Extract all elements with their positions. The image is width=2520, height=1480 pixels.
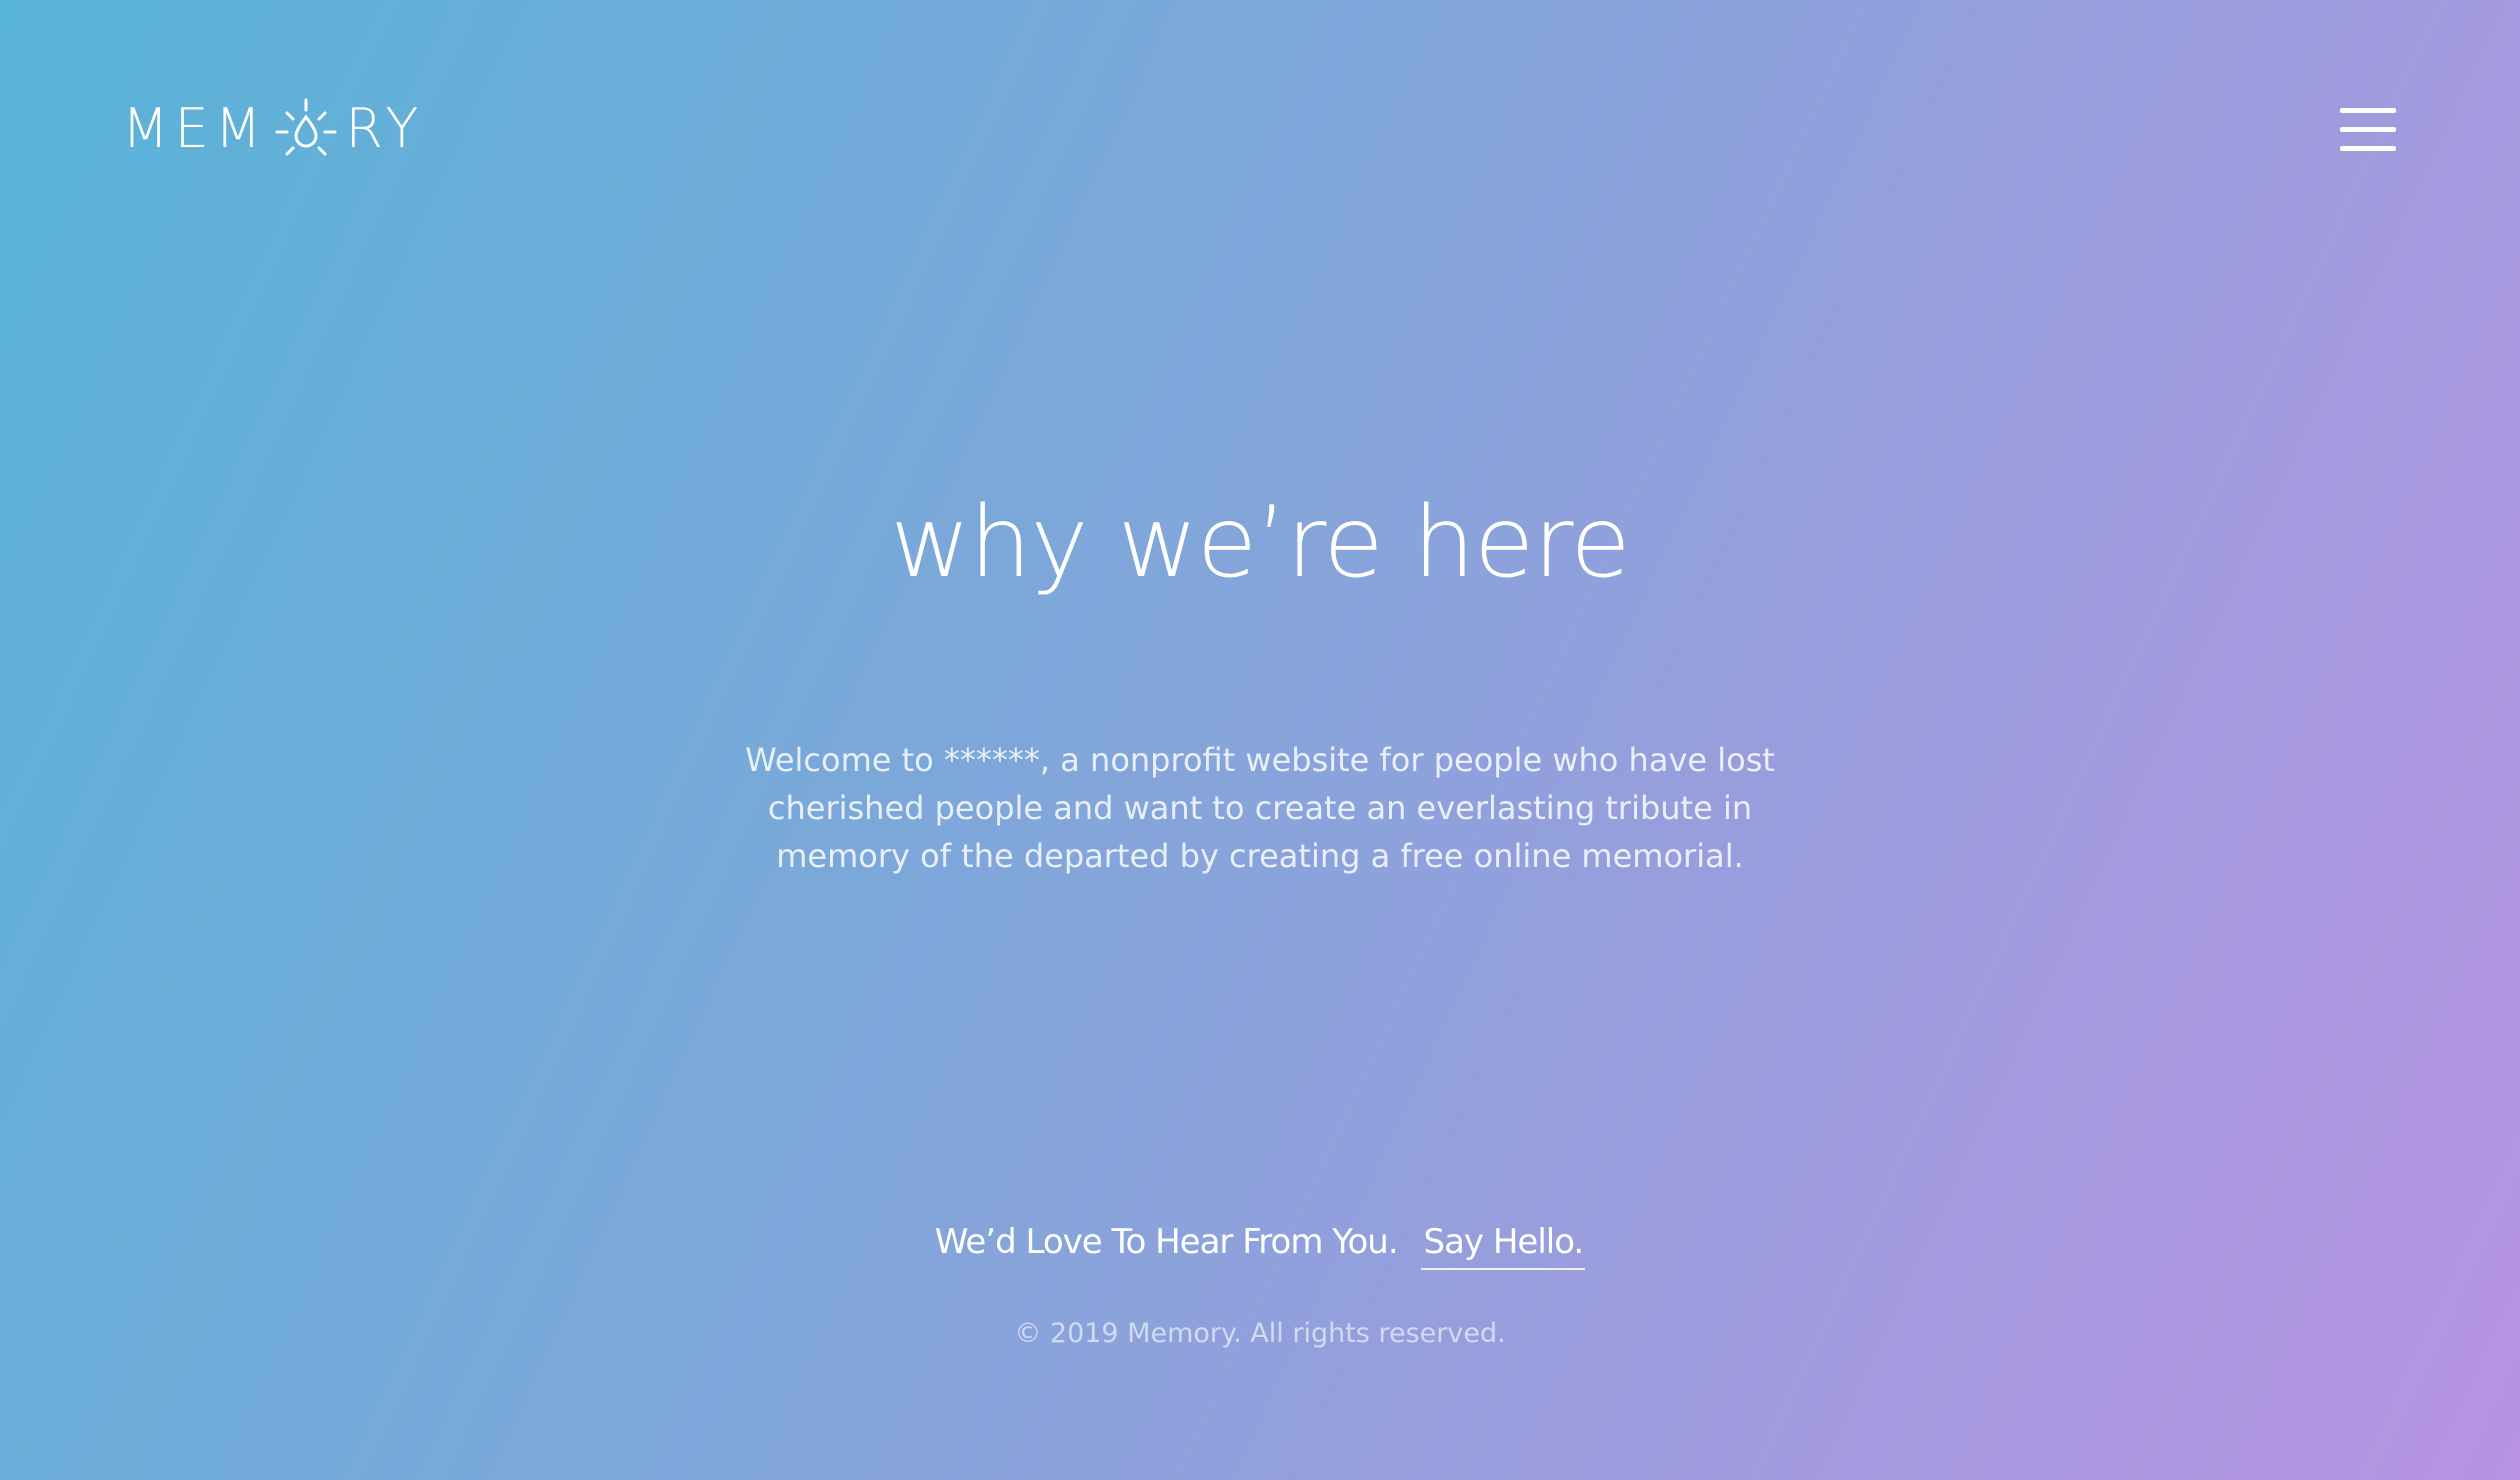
- page-title: why we’re here: [890, 486, 1630, 600]
- menu-bar-top: [2340, 108, 2396, 113]
- menu-bar-middle: [2340, 127, 2396, 132]
- contact-lead-text: We’d Love To Hear From You.: [934, 1222, 1399, 1262]
- logo-text-end: RY: [345, 97, 425, 160]
- lightbulb-icon: [273, 96, 339, 162]
- logo-text-start: MEM: [122, 97, 268, 160]
- intro-paragraph: Welcome to ******, a nonprofit website f…: [745, 741, 1775, 875]
- hamburger-menu-icon[interactable]: [2338, 104, 2398, 156]
- contact-line: We’d Love To Hear From You. Say Hello.: [0, 1212, 2520, 1272]
- logo[interactable]: MEM RY: [122, 96, 424, 162]
- say-hello-link[interactable]: Say Hello.: [1421, 1222, 1586, 1270]
- copyright-text: © 2019 Memory. All rights reserved.: [1014, 1318, 1506, 1349]
- menu-bar-bottom: [2340, 146, 2396, 151]
